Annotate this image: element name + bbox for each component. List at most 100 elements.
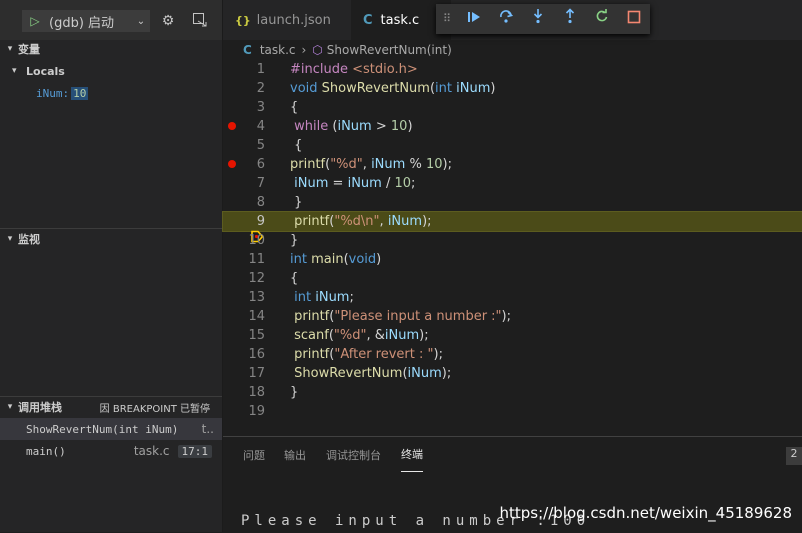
continue-icon[interactable] <box>458 4 490 34</box>
line-number: 9 <box>256 214 265 229</box>
code-line[interactable]: 7 iNum = iNum / 10; <box>223 174 802 193</box>
line-number: 2 <box>256 81 265 96</box>
step-into-icon[interactable] <box>522 4 554 34</box>
code-text: while (iNum > 10) <box>294 119 413 134</box>
tab-problems[interactable]: 问题 <box>243 437 265 472</box>
frame-line: 17:1 <box>177 444 212 458</box>
line-number: 13 <box>248 290 265 305</box>
code-text: } <box>294 195 303 210</box>
frame-function: ShowRevertNum(int iNum) <box>26 422 179 436</box>
breadcrumb-file[interactable]: task.c <box>260 43 296 57</box>
code-line[interactable]: 16 printf("After revert : "); <box>223 345 802 364</box>
line-number: 17 <box>248 366 265 381</box>
line-number: 4 <box>256 119 265 134</box>
paused-status: 因 BREAKPOINT 已暂停 <box>99 403 210 415</box>
frame-file: task.c <box>133 444 170 458</box>
watch-section-header[interactable]: ▾ 监视 <box>0 228 222 250</box>
debug-toolbar: ▷ (gdb) 启动 ⌄ ⚙ <box>0 0 222 40</box>
code-text: #include <stdio.h> <box>290 62 418 77</box>
line-number: 1 <box>256 62 265 77</box>
code-line[interactable]: 8 } <box>223 193 802 212</box>
tab-debug-console[interactable]: 调试控制台 <box>326 437 381 472</box>
terminal-count-badge[interactable]: 2 <box>786 447 802 465</box>
line-number: 11 <box>248 252 265 267</box>
code-line[interactable]: 19 <box>223 402 802 421</box>
chevron-down-icon: ▾ <box>7 402 13 412</box>
locals-title: Locals <box>26 64 65 78</box>
line-number: 6 <box>256 157 265 172</box>
code-text: ShowRevertNum(iNum); <box>294 366 452 381</box>
variables-section-header[interactable]: ▾ 变量 <box>0 38 222 60</box>
tab-label: task.c <box>380 12 420 28</box>
code-text: scanf("%d", &iNum); <box>294 328 429 343</box>
watermark: https://blog.csdn.net/weixin_45189628 <box>499 504 792 522</box>
restart-icon[interactable] <box>586 4 618 34</box>
variable-name: iNum: <box>36 86 70 100</box>
step-out-icon[interactable] <box>554 4 586 34</box>
line-number: 3 <box>256 100 265 115</box>
code-line[interactable]: 6 printf("%d", iNum % 10); <box>223 155 802 174</box>
c-file-icon: C <box>243 43 252 57</box>
code-line[interactable]: 4 while (iNum > 10) <box>223 117 802 136</box>
code-line[interactable]: 17 ShowRevertNum(iNum); <box>223 364 802 383</box>
code-line[interactable]: 18 } <box>223 383 802 402</box>
locals-scope[interactable]: ▾ Locals <box>12 61 65 81</box>
code-text: printf("%d", iNum % 10); <box>290 157 452 172</box>
chevron-down-icon: ▾ <box>7 44 13 54</box>
code-text: { <box>294 138 303 153</box>
breadcrumb: C task.c › ⬡ ShowRevertNum(int) <box>223 40 802 60</box>
tab-terminal[interactable]: 终端 <box>401 437 423 472</box>
drag-handle-icon[interactable]: ⠿ <box>436 4 458 34</box>
code-editor[interactable]: 1 #include <stdio.h> 2 void ShowRevertNu… <box>222 60 802 423</box>
code-text: iNum = iNum / 10; <box>294 176 416 191</box>
line-number: 16 <box>248 347 265 362</box>
code-line[interactable]: 5 { <box>223 136 802 155</box>
variable-row[interactable]: iNum: 10 <box>36 84 89 102</box>
code-text: int iNum; <box>294 290 354 305</box>
breadcrumb-symbol[interactable]: ShowRevertNum(int) <box>327 43 452 57</box>
code-text: } <box>290 233 299 248</box>
code-line[interactable]: 10 } <box>223 231 802 250</box>
code-line[interactable]: 3 { <box>223 98 802 117</box>
code-line[interactable]: 12 { <box>223 269 802 288</box>
line-number: 15 <box>248 328 265 343</box>
code-text: printf("%d\n", iNum); <box>294 214 432 229</box>
line-number: 19 <box>248 404 265 419</box>
step-over-icon[interactable] <box>490 4 522 34</box>
callstack-section-header[interactable]: ▾ 调用堆栈 因 BREAKPOINT 已暂停 <box>0 396 222 418</box>
callstack-title: 调用堆栈 <box>18 401 62 414</box>
code-text: } <box>290 385 299 400</box>
code-line[interactable]: 15 scanf("%d", &iNum); <box>223 326 802 345</box>
play-icon[interactable]: ▷ <box>27 14 43 28</box>
code-line[interactable]: 13 int iNum; <box>223 288 802 307</box>
code-text: int main(void) <box>290 252 382 267</box>
tab-output[interactable]: 输出 <box>284 437 306 472</box>
line-number: 5 <box>256 138 265 153</box>
bottom-panel: 问题 输出 调试控制台 终端 2 Please input a number :… <box>223 436 802 533</box>
gear-icon[interactable]: ⚙ <box>159 12 177 30</box>
line-number: 14 <box>248 309 265 324</box>
chevron-down-icon[interactable]: ⌄ <box>133 16 149 27</box>
code-line[interactable]: 14 printf("Please input a number :"); <box>223 307 802 326</box>
debug-config-label: (gdb) 启动 <box>49 15 115 31</box>
debug-console-icon[interactable] <box>191 12 209 30</box>
variable-value: 10 <box>71 86 89 100</box>
code-line[interactable]: 2 void ShowRevertNum(int iNum) <box>223 79 802 98</box>
watch-title: 监视 <box>18 233 40 246</box>
c-file-icon: C <box>363 12 373 28</box>
current-execution-line[interactable]: 9 printf("%d\n", iNum); <box>222 211 802 243</box>
tab-launch-json[interactable]: {} launch.json <box>223 0 351 40</box>
debug-floating-toolbar: ⠿ <box>436 4 650 34</box>
frame-function: main() <box>26 444 66 458</box>
json-file-icon: {} <box>235 13 251 27</box>
stack-frame[interactable]: ShowRevertNum(int iNum) t.. <box>0 418 222 440</box>
line-number: 18 <box>248 385 265 400</box>
stop-icon[interactable] <box>618 4 650 34</box>
stack-frame[interactable]: main() task.c 17:1 <box>0 440 222 462</box>
code-line[interactable]: 11 int main(void) <box>223 250 802 269</box>
debug-config-select[interactable]: ▷ (gdb) 启动 ⌄ <box>22 10 150 32</box>
line-number: 12 <box>248 271 265 286</box>
code-line[interactable]: 1 #include <stdio.h> <box>223 60 802 79</box>
tab-label: launch.json <box>256 12 331 28</box>
line-number: 10 <box>248 233 265 248</box>
